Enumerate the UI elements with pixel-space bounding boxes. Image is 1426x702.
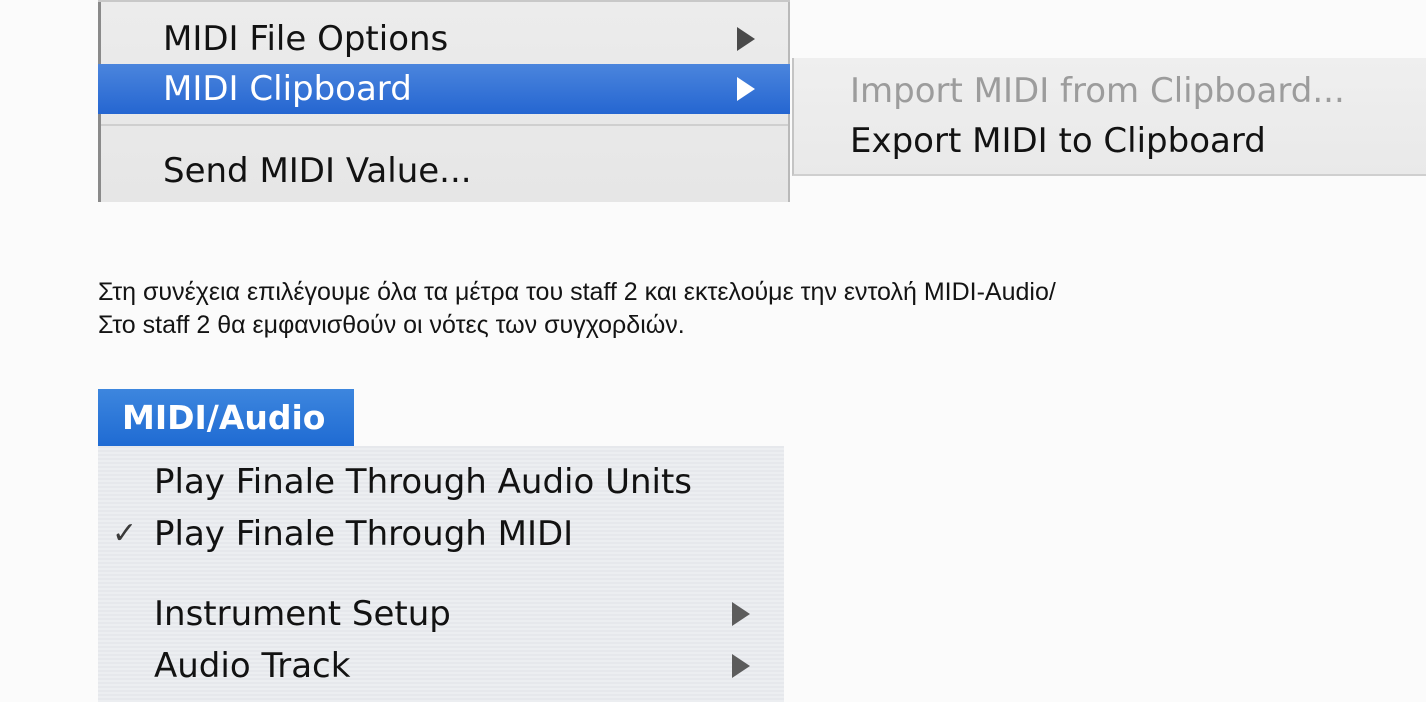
midi-audio-menu: Play Finale Through Audio Units ✓ Play F… [98, 446, 784, 702]
submenu-arrow-icon [732, 602, 750, 626]
submenu-arrow-icon [737, 27, 755, 51]
menu-item-label: Play Finale Through MIDI [154, 514, 574, 554]
menu-item-audio-track[interactable]: Audio Track [98, 640, 784, 692]
submenu-arrow-icon [737, 77, 755, 101]
menu-item-label: Audio Track [154, 646, 351, 686]
menu-title-midi-audio[interactable]: MIDI/Audio [98, 389, 354, 446]
menu-separator [101, 124, 788, 126]
menu-item-export-midi-to-clipboard[interactable]: Export MIDI to Clipboard [850, 116, 1266, 166]
instruction-text: Στη συνέχεια επιλέγουμε όλα τα μέτρα του… [98, 276, 1056, 342]
menu-item-import-midi-from-clipboard: Import MIDI from Clipboard... [850, 71, 1345, 111]
menu-item-label: Play Finale Through Audio Units [154, 462, 693, 502]
midi-menu: MIDI File Options MIDI Clipboard Send MI… [98, 0, 790, 202]
menu-item-label: Send MIDI Value... [163, 151, 472, 191]
instruction-line-1: Στη συνέχεια επιλέγουμε όλα τα μέτρα του… [98, 278, 1056, 306]
instruction-line-2: Στο staff 2 θα εμφανισθούν οι νότες των … [98, 311, 685, 339]
menu-item-midi-clipboard[interactable]: MIDI Clipboard [98, 64, 790, 114]
checkmark-icon: ✓ [112, 516, 138, 551]
menu-item-send-midi-value[interactable]: Send MIDI Value... [101, 146, 788, 196]
menu-item-midi-file-options[interactable]: MIDI File Options [101, 14, 788, 64]
menu-item-play-through-audio-units[interactable]: Play Finale Through Audio Units [98, 456, 784, 508]
menu-item-instrument-setup[interactable]: Instrument Setup [98, 588, 784, 640]
menu-item-label: Instrument Setup [154, 594, 451, 634]
menu-item-label: MIDI File Options [163, 19, 449, 59]
midi-clipboard-submenu: Import MIDI from Clipboard... Export MID… [792, 58, 1426, 176]
submenu-arrow-icon [732, 654, 750, 678]
menu-item-play-through-midi[interactable]: ✓ Play Finale Through MIDI [98, 508, 784, 560]
menu-item-label: MIDI Clipboard [163, 69, 412, 109]
